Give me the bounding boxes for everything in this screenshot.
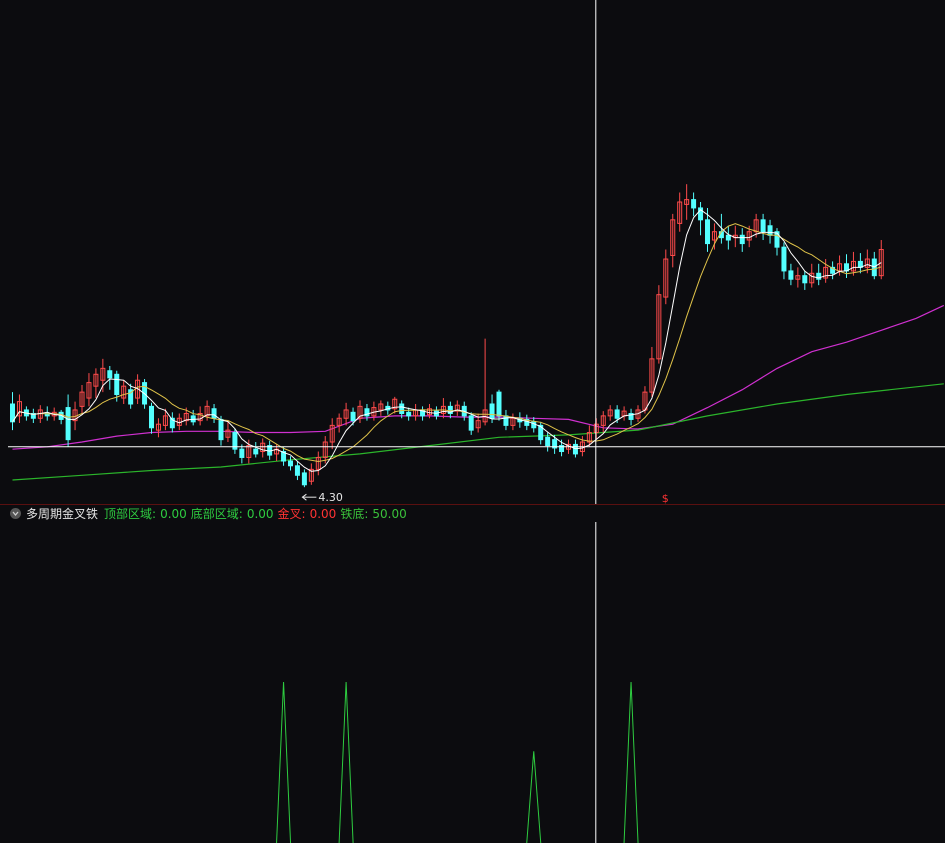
collapse-indicator-button[interactable] [10, 508, 21, 519]
candle-body [760, 219, 766, 233]
bottom-zone-label: 底部区域: [190, 507, 243, 521]
chevron-down-icon [12, 511, 19, 517]
candle-body [767, 225, 773, 236]
top-zone-value: 0.00 [160, 506, 187, 521]
candle-body [468, 415, 474, 431]
signal-spike [623, 681, 639, 843]
signal-spike [526, 751, 542, 843]
candle-body [489, 403, 495, 419]
candle-body [503, 415, 509, 426]
candle-body [496, 391, 502, 417]
signal-dollar-marker: $ [662, 492, 669, 505]
indicator-legend-bar: 多周期金叉铁 顶部区域: 0.00 底部区域: 0.00 金叉: 0.00 铁底… [0, 505, 945, 522]
candle-body [218, 418, 224, 441]
candle-body [705, 219, 710, 245]
signal-spike-series [276, 681, 639, 843]
bottom-zone-value: 0.00 [246, 506, 274, 521]
candle-body [725, 234, 731, 241]
signal-spike [276, 681, 292, 843]
candle-body [739, 234, 745, 245]
candle-body [802, 275, 808, 284]
ma-short-line [12, 209, 882, 472]
indicator-name: 多周期金叉铁 [26, 507, 99, 521]
price-chart[interactable]: 4.30 $ [0, 0, 945, 505]
candle-body [788, 270, 794, 280]
candle-body [239, 448, 245, 458]
top-zone-label: 顶部区域: [104, 507, 157, 521]
candle-body [294, 465, 300, 476]
candle-body [253, 448, 259, 455]
candle-body [406, 411, 412, 417]
ma-short-line-layer [12, 209, 882, 472]
candle-body [545, 436, 551, 447]
golden-cross-label: 金叉: [277, 507, 306, 521]
low-price-label: 4.30 [318, 491, 343, 504]
golden-cross-value: 0.00 [309, 506, 337, 521]
candle-body [781, 246, 787, 272]
candle-body [350, 411, 356, 422]
signal-spike [338, 681, 354, 843]
candle-body [399, 403, 405, 415]
candle-body [288, 460, 293, 467]
crosshair [8, 0, 945, 505]
iron-bottom-label: 铁底: [340, 507, 369, 521]
candle-body [114, 373, 120, 395]
indicator-chart[interactable] [0, 522, 945, 843]
candle-body [107, 370, 113, 379]
candle-body [149, 405, 154, 429]
candle-body [691, 199, 697, 209]
iron-bottom-value: 50.00 [372, 506, 407, 521]
candle-body [301, 472, 307, 486]
candle-body [65, 407, 71, 441]
candle-body [614, 409, 620, 419]
ma-mid-line [12, 223, 882, 463]
low-arrow-icon [301, 493, 317, 501]
candle-body [211, 408, 217, 419]
